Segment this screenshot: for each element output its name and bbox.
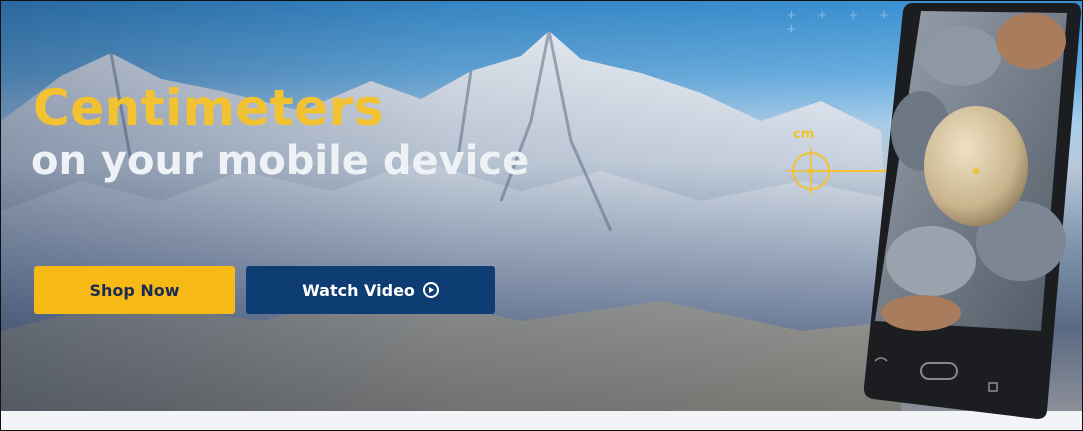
headline-light-text: on your bbox=[31, 138, 217, 184]
headline-centimeters: Centimeters bbox=[33, 79, 384, 137]
unit-label: cm bbox=[793, 127, 815, 142]
banner: + + + + + + cm Centimeters on your mobil… bbox=[0, 0, 1083, 431]
shop-now-button[interactable]: Shop Now bbox=[34, 266, 235, 314]
measured-stone bbox=[924, 106, 1028, 226]
headline-bold-text: mobile device bbox=[216, 138, 530, 184]
watch-video-button[interactable]: Watch Video bbox=[246, 266, 495, 314]
play-circle-icon bbox=[422, 282, 439, 298]
watch-video-label: Watch Video bbox=[302, 280, 415, 300]
headline-subtitle: on your mobile device bbox=[31, 141, 529, 181]
smartphone-illustration bbox=[863, 3, 1081, 419]
shop-now-label: Shop Now bbox=[89, 280, 180, 300]
